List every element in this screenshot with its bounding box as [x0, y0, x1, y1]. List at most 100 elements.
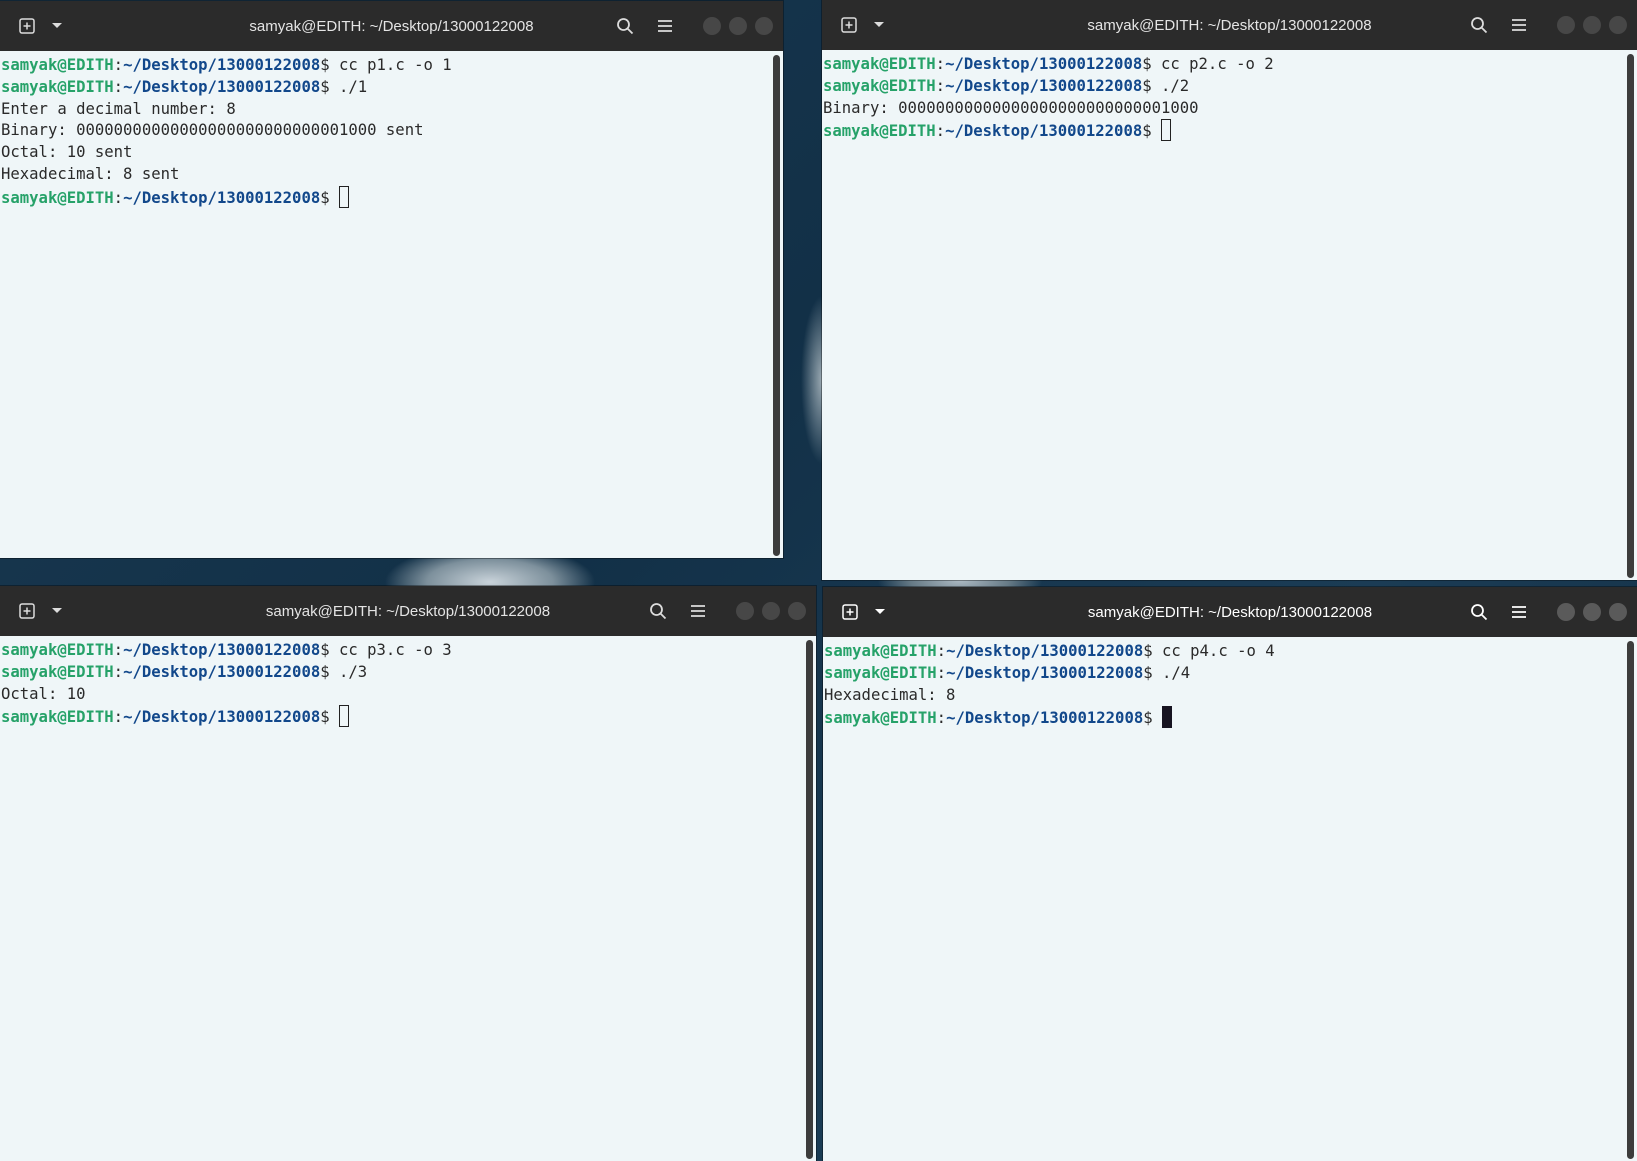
terminal-output[interactable]: samyak@EDITH:~/Desktop/13000122008$ cc p… [823, 637, 1623, 1161]
output-text: Octal: 10 sent [1, 143, 133, 162]
prompt-line: samyak@EDITH:~/Desktop/13000122008$ ./2 [823, 76, 1623, 98]
new-tab-icon[interactable] [839, 601, 861, 623]
terminal-output[interactable]: samyak@EDITH:~/Desktop/13000122008$ cc p… [822, 50, 1623, 580]
minimize-button[interactable] [703, 17, 721, 35]
output-text: Octal: 10 [1, 684, 86, 703]
prompt-path: ~/Desktop/13000122008 [945, 76, 1143, 95]
terminal-titlebar[interactable]: samyak@EDITH: ~/Desktop/13000122008 [823, 587, 1637, 637]
hamburger-menu-icon[interactable] [684, 597, 712, 625]
terminal-window-3[interactable]: samyak@EDITH: ~/Desktop/13000122008 samy… [0, 586, 816, 1161]
command-text: $ cc p2.c -o 2 [1142, 55, 1274, 73]
command-text: $ [1143, 709, 1162, 728]
prompt-separator: : [113, 662, 124, 681]
prompt-line: samyak@EDITH:~/Desktop/13000122008$ cc p… [1, 55, 769, 77]
scrollbar-thumb[interactable] [773, 55, 780, 556]
chevron-down-icon[interactable] [46, 15, 68, 37]
close-button[interactable] [755, 17, 773, 35]
command-text: $ cc p4.c -o 4 [1143, 642, 1275, 660]
prompt-user: samyak@EDITH [1, 662, 114, 681]
search-icon[interactable] [611, 12, 639, 40]
chevron-down-icon[interactable] [869, 601, 891, 623]
prompt-separator: : [935, 76, 946, 95]
prompt-line: samyak@EDITH:~/Desktop/13000122008$ ./3 [1, 662, 802, 684]
terminal-output[interactable]: samyak@EDITH:~/Desktop/13000122008$ cc p… [0, 51, 769, 558]
prompt-user: samyak@EDITH [824, 709, 937, 728]
prompt-path: ~/Desktop/13000122008 [945, 55, 1143, 73]
close-button[interactable] [1609, 603, 1627, 621]
terminal-titlebar[interactable]: samyak@EDITH: ~/Desktop/13000122008 [822, 0, 1637, 50]
prompt-line: samyak@EDITH:~/Desktop/13000122008$ [824, 706, 1623, 729]
chevron-down-icon[interactable] [46, 600, 68, 622]
prompt-separator: : [113, 641, 124, 659]
prompt-user: samyak@EDITH [823, 76, 936, 95]
new-tab-icon[interactable] [16, 600, 38, 622]
prompt-path: ~/Desktop/13000122008 [123, 708, 321, 727]
output-line: Binary: 00000000000000000000000000001000 [823, 98, 1623, 120]
prompt-separator: : [935, 122, 946, 141]
prompt-user: samyak@EDITH [1, 56, 114, 74]
close-button[interactable] [788, 602, 806, 620]
prompt-separator: : [113, 56, 124, 74]
terminal-window-1[interactable]: samyak@EDITH: ~/Desktop/13000122008 samy… [0, 1, 783, 558]
maximize-button[interactable] [729, 17, 747, 35]
output-line: Enter a decimal number: 8 [1, 99, 769, 121]
command-text: $ ./1 [320, 77, 368, 96]
prompt-line: samyak@EDITH:~/Desktop/13000122008$ ./4 [824, 663, 1623, 685]
terminal-titlebar[interactable]: samyak@EDITH: ~/Desktop/13000122008 [0, 1, 783, 51]
scrollbar-thumb[interactable] [806, 640, 813, 1159]
chevron-down-icon[interactable] [868, 14, 890, 36]
output-text: Hexadecimal: 8 sent [1, 164, 180, 183]
search-icon[interactable] [644, 597, 672, 625]
hamburger-menu-icon[interactable] [1505, 11, 1533, 39]
terminal-output[interactable]: samyak@EDITH:~/Desktop/13000122008$ cc p… [0, 636, 802, 1161]
hamburger-menu-icon[interactable] [1505, 598, 1533, 626]
scrollbar[interactable] [769, 51, 783, 558]
prompt-path: ~/Desktop/13000122008 [123, 56, 321, 74]
command-text: $ ./4 [1143, 663, 1191, 682]
scrollbar[interactable] [1623, 50, 1637, 580]
scrollbar-thumb[interactable] [1627, 641, 1634, 1159]
maximize-button[interactable] [762, 602, 780, 620]
terminal-window-4[interactable]: samyak@EDITH: ~/Desktop/13000122008 samy… [823, 587, 1637, 1161]
prompt-line: samyak@EDITH:~/Desktop/13000122008$ cc p… [1, 640, 802, 662]
prompt-path: ~/Desktop/13000122008 [123, 77, 321, 96]
maximize-button[interactable] [1583, 16, 1601, 34]
prompt-user: samyak@EDITH [824, 642, 937, 660]
command-text: $ [1142, 122, 1161, 141]
command-text: $ ./2 [1142, 76, 1190, 95]
prompt-user: samyak@EDITH [1, 77, 114, 96]
output-text: Binary: 00000000000000000000000000001000 [823, 98, 1199, 117]
prompt-path: ~/Desktop/13000122008 [946, 663, 1144, 682]
text-cursor [339, 185, 349, 208]
minimize-button[interactable] [1557, 16, 1575, 34]
prompt-path: ~/Desktop/13000122008 [123, 662, 321, 681]
terminal-window-2[interactable]: samyak@EDITH: ~/Desktop/13000122008 samy… [822, 0, 1637, 580]
new-tab-icon[interactable] [16, 15, 38, 37]
prompt-separator: : [113, 708, 124, 727]
prompt-user: samyak@EDITH [823, 55, 936, 73]
maximize-button[interactable] [1583, 603, 1601, 621]
prompt-separator: : [113, 77, 124, 96]
scrollbar[interactable] [802, 636, 816, 1161]
minimize-button[interactable] [1557, 603, 1575, 621]
new-tab-icon[interactable] [838, 14, 860, 36]
prompt-line: samyak@EDITH:~/Desktop/13000122008$ cc p… [824, 641, 1623, 663]
hamburger-menu-icon[interactable] [651, 12, 679, 40]
terminal-titlebar[interactable]: samyak@EDITH: ~/Desktop/13000122008 [0, 586, 816, 636]
scrollbar-thumb[interactable] [1627, 54, 1634, 578]
text-cursor [1162, 706, 1172, 729]
scrollbar[interactable] [1623, 637, 1637, 1161]
minimize-button[interactable] [736, 602, 754, 620]
command-text: $ cc p1.c -o 1 [320, 56, 452, 74]
output-line: Octal: 10 sent [1, 142, 769, 164]
search-icon[interactable] [1465, 11, 1493, 39]
command-text: $ cc p3.c -o 3 [320, 641, 452, 659]
prompt-separator: : [936, 642, 947, 660]
output-line: Hexadecimal: 8 [824, 685, 1623, 707]
close-button[interactable] [1609, 16, 1627, 34]
search-icon[interactable] [1465, 598, 1493, 626]
prompt-line: samyak@EDITH:~/Desktop/13000122008$ cc p… [823, 54, 1623, 76]
prompt-separator: : [113, 188, 124, 207]
text-cursor [1161, 119, 1171, 142]
prompt-path: ~/Desktop/13000122008 [946, 642, 1144, 660]
